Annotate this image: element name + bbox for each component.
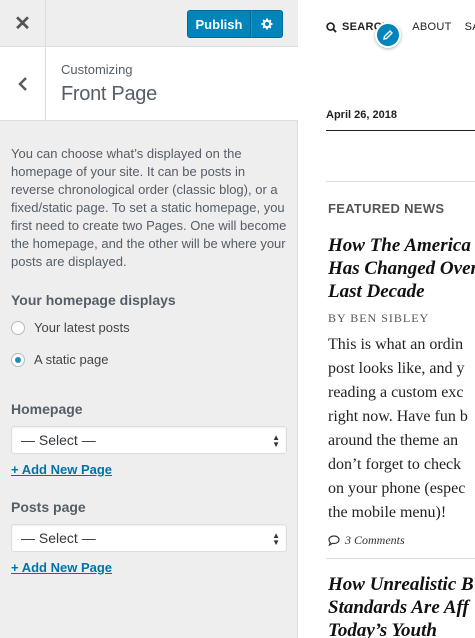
nav-sample[interactable]: SAM [465,21,475,33]
edit-shortcut-button[interactable] [375,22,401,48]
homepage-label: Homepage [11,401,83,417]
comment-icon [328,535,340,546]
search-icon [326,21,337,33]
section-divider [326,181,475,182]
back-button[interactable] [0,47,46,120]
post-title-line[interactable]: Has Changed Over [328,257,475,280]
publish-settings-button[interactable] [251,10,283,38]
featured-news-label: FEATURED NEWS [328,201,445,216]
close-customizer-button[interactable]: ✕ [0,0,46,46]
customizer-header: ✕ Publish [0,0,298,47]
add-new-page-link-posts[interactable]: + Add New Page [11,560,112,575]
post-byline: BY BEN SIBLEY [328,311,430,325]
excerpt-line: right now. Have fun b [328,408,468,425]
excerpt-line: don’t forget to check [328,456,462,473]
pencil-icon [383,30,393,40]
posts-page-label: Posts page [11,499,86,515]
select-value: — Select — [21,530,96,546]
homepage-select[interactable]: — Select — ▲ ▼ [11,426,287,454]
post-title-line[interactable]: How Unrealistic B [328,573,474,596]
section-header: Customizing Front Page [0,47,298,121]
site-preview: SEARCH ABOUT SAM April 26, 2018 FEATURED… [299,0,475,638]
posts-page-select[interactable]: — Select — ▲ ▼ [11,524,287,552]
customizer-panel: ✕ Publish Customizing Front Page You can… [0,0,298,638]
post-title-line[interactable]: Today’s Youth [328,619,437,638]
select-arrows-icon: ▲ ▼ [272,531,280,547]
homepage-displays-label: Your homepage displays [11,292,176,308]
radio-static-page[interactable]: A static page [11,352,108,367]
post-divider [326,558,475,559]
excerpt-line: post looks like, and y [328,360,465,377]
select-arrows-icon: ▲ ▼ [272,433,280,449]
chevron-left-icon [17,76,27,91]
customizing-label: Customizing [61,62,133,77]
radio-label: A static page [34,352,109,367]
excerpt-line: reading a custom exc [328,384,464,401]
publish-button[interactable]: Publish [187,10,251,38]
radio-button-checked[interactable] [11,352,25,367]
radio-button[interactable] [11,320,25,335]
radio-label: Your latest posts [34,320,130,335]
post-title-line[interactable]: Standards Are Aff [328,596,469,619]
post-excerpt: This is what an ordin post looks like, a… [328,333,468,525]
gear-icon [261,18,273,30]
section-description: You can choose what’s displayed on the h… [11,146,287,269]
excerpt-line: This is what an ordin [328,336,464,353]
radio-latest-posts[interactable]: Your latest posts [11,320,130,335]
post-date: April 26, 2018 [326,109,397,121]
section-title: Front Page [61,83,157,105]
date-divider [326,130,475,131]
post-comments-link[interactable]: 3 Comments [328,533,405,548]
comments-label: 3 Comments [345,533,405,547]
add-new-page-link-homepage[interactable]: + Add New Page [11,462,112,477]
select-value: — Select — [21,432,96,448]
nav-about[interactable]: ABOUT [412,21,451,33]
excerpt-line: around the theme an [328,432,459,449]
post-title-line[interactable]: How The America [328,234,471,257]
excerpt-line: on your phone (espec [328,480,466,497]
post-title-line[interactable]: Last Decade [328,280,425,303]
excerpt-line: the mobile menu)! [328,504,447,521]
close-icon: ✕ [14,12,31,35]
